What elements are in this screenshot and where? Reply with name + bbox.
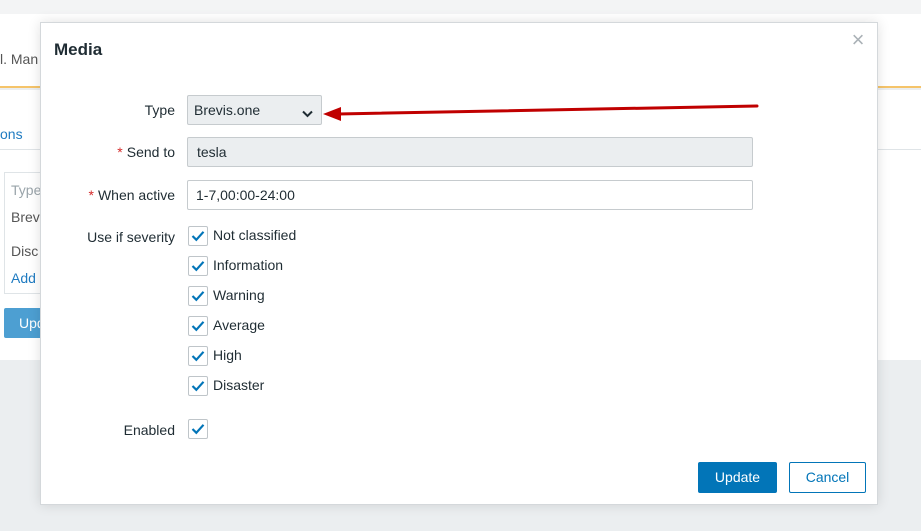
send-to-label-text: Send to xyxy=(126,144,175,160)
checkmark-icon xyxy=(191,291,205,302)
when-active-label: * When active xyxy=(41,187,176,203)
type-select[interactable]: Brevis.one xyxy=(187,95,322,125)
update-button[interactable]: Update xyxy=(698,462,777,493)
checkmark-icon xyxy=(191,321,205,332)
severity-checkbox[interactable] xyxy=(188,346,208,366)
when-active-field[interactable]: 1-7,00:00-24:00 xyxy=(187,180,753,210)
send-to-value: tesla xyxy=(197,144,227,160)
severity-checkbox[interactable] xyxy=(188,316,208,336)
dialog-title: Media xyxy=(54,40,103,59)
table-header-type: Type xyxy=(11,182,42,198)
type-select-value: Brevis.one xyxy=(194,102,261,118)
severity-label-text: Not classified xyxy=(213,227,297,243)
severity-label: Use if severity xyxy=(41,229,175,245)
enabled-label: Enabled xyxy=(41,422,175,438)
severity-checkbox[interactable] xyxy=(188,256,208,276)
severity-label-text: Disaster xyxy=(213,377,265,393)
type-label-text: Type xyxy=(144,102,175,118)
required-marker: * xyxy=(88,187,94,203)
required-marker: * xyxy=(117,144,123,160)
severity-checkbox[interactable] xyxy=(188,376,208,396)
enabled-label-text: Enabled xyxy=(123,422,175,438)
send-to-label: * Send to xyxy=(41,144,175,160)
severity-label-text: Use if severity xyxy=(87,229,175,245)
severity-label-text: High xyxy=(213,347,242,363)
table-cell: Disc xyxy=(11,243,39,259)
cancel-button[interactable]: Cancel xyxy=(789,462,866,493)
top-strip xyxy=(0,0,921,14)
severity-label-text: Warning xyxy=(213,287,265,303)
severity-checkbox[interactable] xyxy=(188,226,208,246)
checkmark-icon xyxy=(191,261,205,272)
enabled-checkbox[interactable] xyxy=(188,419,208,439)
when-active-value: 1-7,00:00-24:00 xyxy=(196,187,295,203)
close-icon[interactable]: × xyxy=(849,29,867,51)
checkmark-icon xyxy=(191,381,205,392)
severity-label-text: Information xyxy=(213,257,284,273)
add-link[interactable]: Add xyxy=(11,270,36,286)
table-cell: Brev xyxy=(11,209,40,225)
checkmark-icon xyxy=(191,424,205,435)
page-header-text: l. Man xyxy=(0,51,39,67)
send-to-field[interactable]: tesla xyxy=(187,137,753,167)
when-active-label-text: When active xyxy=(97,187,175,203)
tab-operations[interactable]: ons xyxy=(0,126,23,142)
media-dialog: Media × Type Brevis.one * Send to tesla *… xyxy=(40,22,878,505)
severity-checkbox[interactable] xyxy=(188,286,208,306)
background-update-button[interactable]: Upd xyxy=(4,308,44,338)
type-label: Type xyxy=(41,102,175,118)
chevron-down-icon xyxy=(302,105,313,121)
checkmark-icon xyxy=(191,231,205,242)
checkmark-icon xyxy=(191,351,205,362)
severity-label-text: Average xyxy=(213,317,265,333)
